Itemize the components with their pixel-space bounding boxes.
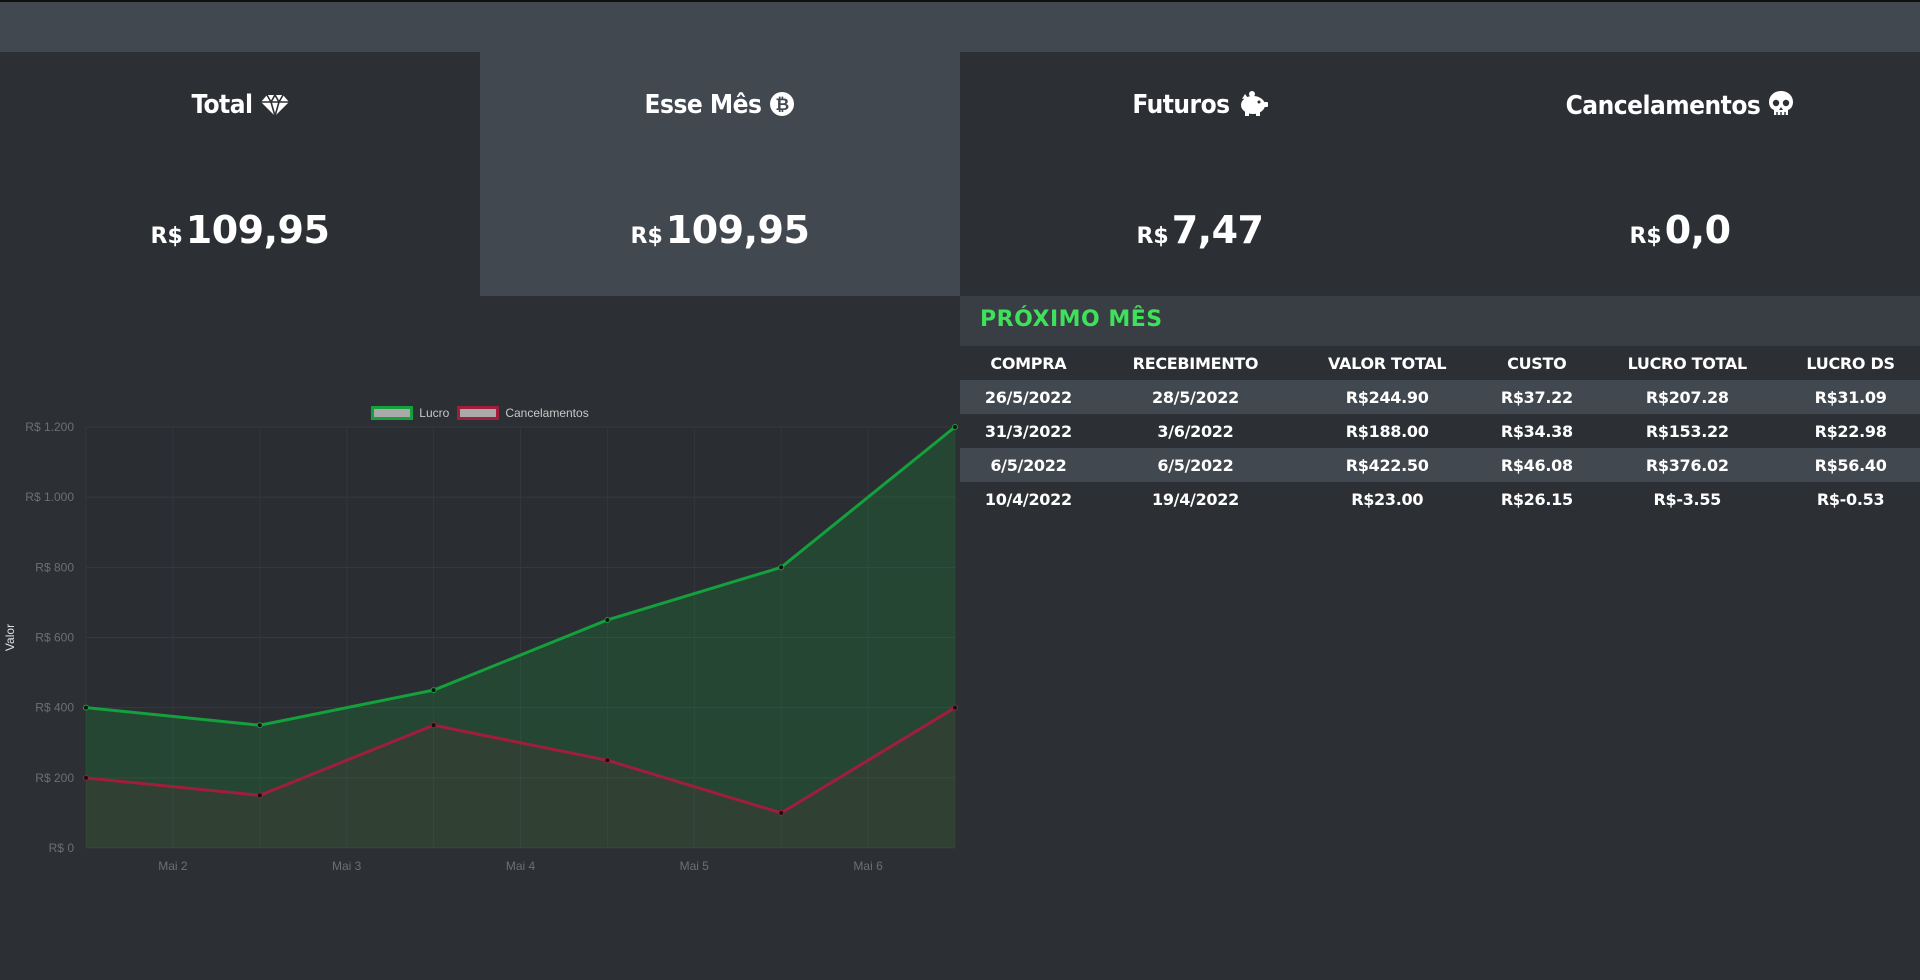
table-cell: 6/5/2022 bbox=[1157, 455, 1234, 475]
data-point bbox=[952, 424, 958, 430]
table-cell: 6/5/2022 bbox=[990, 455, 1067, 475]
y-axis-title: Valor bbox=[3, 624, 17, 651]
card-title: Total bbox=[0, 90, 480, 120]
x-tick-label: Mai 6 bbox=[853, 859, 883, 873]
x-tick-label: Mai 2 bbox=[158, 859, 188, 873]
table-cell: R$23.00 bbox=[1351, 489, 1424, 509]
legend-swatch-lucro bbox=[371, 406, 414, 420]
column-header: VALOR TOTAL bbox=[1328, 353, 1447, 373]
data-point bbox=[430, 687, 437, 694]
card-value: R$109,95 bbox=[630, 208, 810, 252]
column-header: LUCRO DS bbox=[1806, 353, 1895, 373]
column-header: RECEBIMENTO bbox=[1132, 353, 1259, 373]
table-cell: R$422.50 bbox=[1345, 455, 1429, 475]
table-cell: R$188.00 bbox=[1345, 421, 1429, 441]
legend-item-cancelamentos[interactable]: Cancelamentos bbox=[457, 405, 589, 421]
data-point bbox=[83, 704, 89, 711]
table-cell: R$244.90 bbox=[1345, 387, 1429, 407]
card-value: R$7,47 bbox=[1136, 208, 1264, 252]
svg-text:₿: ₿ bbox=[776, 95, 790, 115]
piggy-bank-icon bbox=[1240, 91, 1268, 116]
data-point bbox=[604, 757, 611, 764]
top-bar bbox=[0, 0, 1920, 52]
table-cell: R$31.09 bbox=[1814, 387, 1887, 407]
column-header: COMPRA bbox=[990, 353, 1067, 373]
data-point bbox=[952, 704, 958, 711]
card-this-month: Esse Mês ₿ R$109,95 bbox=[480, 52, 960, 296]
legend-item-lucro[interactable]: Lucro bbox=[371, 405, 449, 421]
y-tick-label: R$ 400 bbox=[35, 701, 74, 715]
x-tick-label: Mai 5 bbox=[680, 859, 710, 873]
card-value: R$0,0 bbox=[1629, 208, 1731, 252]
summary-cards: Total R$109,95 Esse Mês ₿ R$109,95 Futuro… bbox=[0, 52, 1920, 296]
table-cell: R$-3.55 bbox=[1653, 489, 1722, 509]
skull-icon bbox=[1769, 91, 1794, 115]
y-tick-label: R$ 800 bbox=[35, 560, 74, 574]
data-point bbox=[83, 774, 89, 781]
table-cell: R$37.22 bbox=[1500, 387, 1573, 407]
data-point bbox=[778, 564, 785, 571]
table-cell: 28/5/2022 bbox=[1151, 387, 1239, 407]
y-tick-label: R$ 1.000 bbox=[25, 490, 74, 504]
card-total: Total R$109,95 bbox=[0, 52, 480, 296]
legend-swatch-cancelamentos bbox=[457, 406, 500, 420]
table-cell: R$376.02 bbox=[1645, 455, 1729, 475]
card-title: Futuros bbox=[960, 90, 1440, 120]
table-cell: R$153.22 bbox=[1645, 421, 1729, 441]
table-cell: R$56.40 bbox=[1814, 455, 1887, 475]
data-point bbox=[256, 792, 263, 799]
y-tick-label: R$ 0 bbox=[49, 841, 75, 855]
legend-label-cancelamentos: Cancelamentos bbox=[505, 406, 589, 420]
table-header-row: COMPRA RECEBIMENTO VALOR TOTAL CUSTO LUC… bbox=[960, 346, 1920, 380]
data-point bbox=[778, 809, 785, 816]
card-value: R$109,95 bbox=[150, 208, 330, 252]
table-row: 31/3/2022 3/6/2022 R$188.00 R$34.38 R$15… bbox=[960, 414, 1920, 448]
table-cell: R$22.98 bbox=[1814, 421, 1887, 441]
y-tick-label: R$ 200 bbox=[35, 771, 74, 785]
diamond-icon bbox=[260, 93, 289, 119]
table-cell: R$46.08 bbox=[1500, 455, 1573, 475]
legend-label-lucro: Lucro bbox=[419, 406, 450, 420]
column-header: CUSTO bbox=[1507, 353, 1567, 373]
next-month-header: PRÓXIMO MÊS bbox=[960, 296, 1920, 346]
card-futures: Futuros R$7,47 bbox=[960, 52, 1440, 296]
table-row: 6/5/2022 6/5/2022 R$422.50 R$46.08 R$376… bbox=[960, 448, 1920, 482]
y-tick-label: R$ 1.200 bbox=[25, 420, 74, 434]
data-point bbox=[430, 722, 437, 729]
table-cell: 19/4/2022 bbox=[1151, 489, 1239, 509]
table-cell: R$-0.53 bbox=[1816, 489, 1885, 509]
card-cancellations: Cancelamentos R$0,0 bbox=[1440, 52, 1920, 296]
card-title: Cancelamentos bbox=[1440, 90, 1920, 121]
table-cell: 31/3/2022 bbox=[984, 421, 1072, 441]
table-cell: R$26.15 bbox=[1500, 489, 1573, 509]
table-cell: 10/4/2022 bbox=[984, 489, 1072, 509]
x-tick-label: Mai 4 bbox=[506, 859, 536, 873]
table-row: 10/4/2022 19/4/2022 R$23.00 R$26.15 R$-3… bbox=[960, 482, 1920, 516]
table-cell: R$207.28 bbox=[1645, 387, 1729, 407]
y-tick-label: R$ 600 bbox=[35, 631, 74, 645]
profit-chart: R$ 0 R$ 200 R$ 400 R$ 600 R$ 800 R$ 1.000 R$ 1… bbox=[3, 420, 958, 873]
table-cell: R$34.38 bbox=[1500, 421, 1573, 441]
table-cell: 26/5/2022 bbox=[984, 387, 1072, 407]
bitcoin-icon: ₿ bbox=[770, 92, 795, 116]
chart-legend: Lucro Cancelamentos bbox=[0, 405, 960, 421]
table-row: 26/5/2022 28/5/2022 R$244.90 R$37.22 R$2… bbox=[960, 380, 1920, 414]
data-point bbox=[256, 722, 263, 729]
data-point bbox=[604, 616, 611, 623]
next-month-title: PRÓXIMO MÊS bbox=[980, 307, 1163, 332]
x-tick-label: Mai 3 bbox=[332, 859, 362, 873]
next-month-table: COMPRA RECEBIMENTO VALOR TOTAL CUSTO LUC… bbox=[960, 346, 1920, 516]
column-header: LUCRO TOTAL bbox=[1627, 353, 1748, 373]
card-title: Esse Mês ₿ bbox=[480, 90, 960, 120]
table-cell: 3/6/2022 bbox=[1157, 421, 1234, 441]
